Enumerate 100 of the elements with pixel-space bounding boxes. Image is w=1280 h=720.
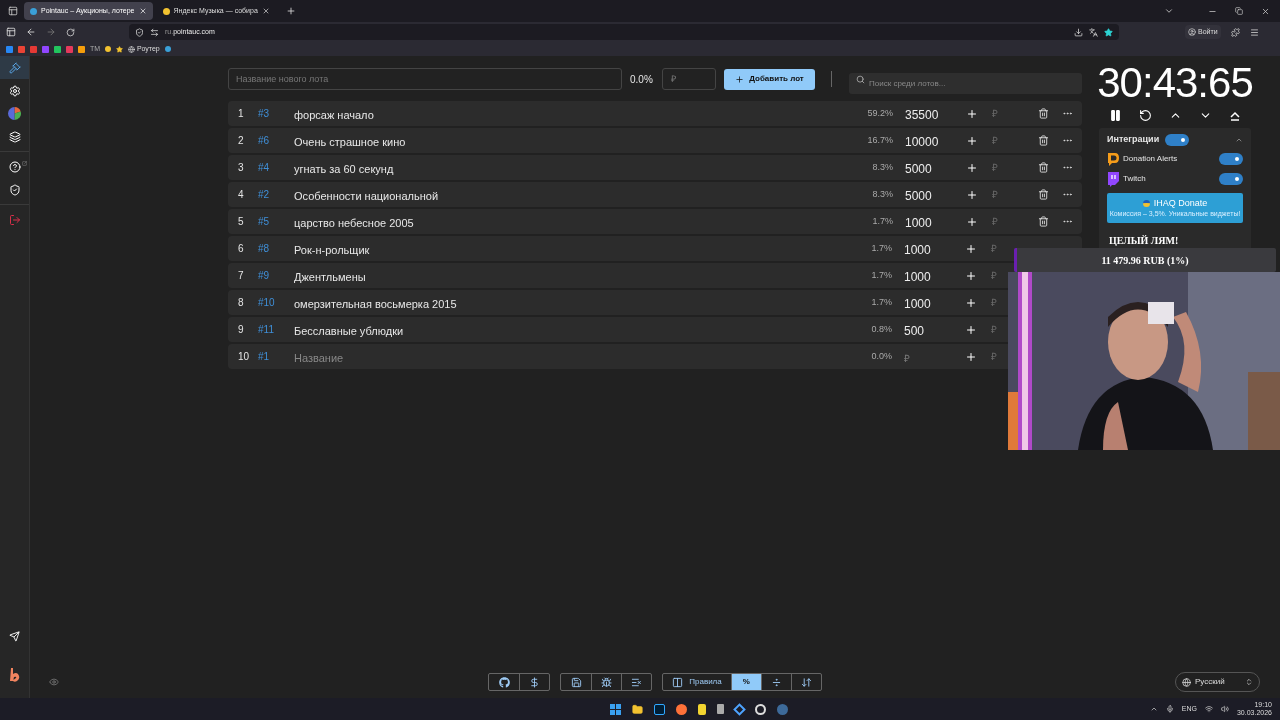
help-icon <box>8 160 21 173</box>
bookmark-icon[interactable] <box>164 46 171 52</box>
lot-number: 1 <box>238 107 245 121</box>
plus-icon[interactable] <box>966 134 978 147</box>
lot-amount[interactable]: 1000 <box>904 269 931 284</box>
start-icon[interactable] <box>609 703 621 715</box>
trash-icon[interactable] <box>1038 216 1049 227</box>
lot-amount[interactable]: 10000 <box>905 134 939 149</box>
add-amount-field[interactable]: ₽ <box>992 160 1006 175</box>
add-amount-field[interactable]: ₽ <box>992 187 1006 202</box>
logo-icon[interactable] <box>8 668 21 682</box>
toggle-switch[interactable] <box>1165 133 1190 146</box>
lot-name[interactable]: Особенности национальной <box>294 189 439 202</box>
lot-name[interactable]: Бесславные ублюдки <box>294 324 404 337</box>
rules-icon <box>672 676 684 688</box>
plus-icon[interactable] <box>965 296 977 309</box>
steam-icon[interactable] <box>776 703 788 715</box>
add-amount-field[interactable]: ₽ <box>991 349 1005 364</box>
plus-icon[interactable] <box>966 188 978 201</box>
add-amount-field[interactable]: ₽ <box>991 322 1005 337</box>
star-icon[interactable] <box>116 45 124 53</box>
add-amount-field[interactable]: ₽ <box>992 106 1006 121</box>
plus-icon[interactable] <box>965 350 977 363</box>
trash-icon[interactable] <box>1038 108 1049 119</box>
chevron-down-icon[interactable] <box>1164 6 1174 16</box>
reload-icon[interactable] <box>66 27 75 37</box>
app-icon[interactable] <box>697 703 706 715</box>
close-icon[interactable] <box>138 7 147 15</box>
plus-icon[interactable] <box>966 161 978 174</box>
lot-amount[interactable]: 1000 <box>904 296 931 311</box>
globe-icon <box>1182 677 1191 687</box>
lot-name-field[interactable]: Название <box>294 349 494 366</box>
percent-button[interactable]: % <box>730 674 761 690</box>
bookmark-icon[interactable] <box>105 46 112 52</box>
add-amount-field[interactable]: ₽ <box>992 133 1006 148</box>
sidebar-icon[interactable] <box>6 27 16 37</box>
close-icon[interactable] <box>261 7 270 15</box>
send-icon[interactable] <box>9 631 20 642</box>
lot-amount[interactable]: 1000 <box>904 242 931 257</box>
plus-icon[interactable] <box>965 323 977 336</box>
star-icon[interactable] <box>1104 27 1113 37</box>
pause-icon[interactable] <box>1109 109 1122 122</box>
add-amount-field[interactable]: ₽ <box>991 295 1005 310</box>
forward-icon[interactable] <box>46 27 56 37</box>
wifi-icon[interactable] <box>1204 705 1213 713</box>
lot-amount[interactable]: 5000 <box>905 188 932 203</box>
lot-name-field[interactable]: Название нового лота <box>228 68 622 90</box>
lot-name[interactable]: форсаж начало <box>294 108 374 121</box>
globe-icon[interactable] <box>128 45 136 53</box>
timer-text: 30:43:65 <box>1097 62 1253 104</box>
lot-name[interactable]: Джентльмены <box>294 270 366 283</box>
app-icon[interactable] <box>733 702 746 716</box>
eye-icon[interactable] <box>49 677 59 687</box>
lot-name[interactable]: угнать за 60 секунд <box>294 162 394 175</box>
app-icon[interactable] <box>653 703 665 715</box>
lot-name[interactable]: омерзительная восьмерка 2015 <box>294 297 457 310</box>
reset-icon[interactable] <box>1139 109 1152 122</box>
plus-icon[interactable] <box>966 215 978 228</box>
lot-amount[interactable]: 35500 <box>905 107 939 122</box>
donation-alerts-logo-icon <box>1107 151 1120 167</box>
menu-icon[interactable] <box>1249 27 1259 37</box>
trash-icon[interactable] <box>1038 135 1049 146</box>
trash-icon[interactable] <box>1038 189 1049 200</box>
plus-icon[interactable] <box>965 242 977 255</box>
toggle-switch[interactable] <box>1219 153 1243 165</box>
rules-button[interactable]: Правила <box>663 674 731 690</box>
browser-icon[interactable] <box>675 703 687 715</box>
search-field[interactable]: Поиск среди лотов... <box>849 72 1082 94</box>
add-amount-field[interactable]: ₽ <box>991 241 1005 256</box>
amount-field[interactable]: ₽ <box>662 68 716 90</box>
permissions-icon <box>150 27 159 37</box>
restore-icon[interactable] <box>1235 7 1243 15</box>
add-amount-field[interactable]: ₽ <box>991 268 1005 283</box>
lot-amount[interactable]: 5000 <box>905 161 932 176</box>
volume-icon[interactable] <box>1220 705 1229 713</box>
eject-icon[interactable] <box>1229 109 1241 122</box>
microphone-icon[interactable] <box>1165 705 1174 713</box>
download-icon[interactable] <box>1074 27 1083 37</box>
plus-icon[interactable] <box>965 269 977 282</box>
amount-field[interactable]: ₽ <box>904 350 944 366</box>
new-tab-icon[interactable] <box>285 6 296 16</box>
extensions-icon[interactable] <box>1230 27 1240 37</box>
add-amount-field[interactable]: ₽ <box>992 214 1006 229</box>
lot-name[interactable]: царство небесное 2005 <box>294 216 414 229</box>
folder-icon[interactable] <box>631 703 643 715</box>
lot-name[interactable]: Рок-н-рольщик <box>294 243 370 256</box>
translate-icon[interactable] <box>1089 27 1098 37</box>
lot-amount[interactable]: 500 <box>904 323 925 338</box>
tab-list-icon[interactable] <box>6 6 20 16</box>
close-icon[interactable] <box>1261 6 1270 16</box>
lot-amount[interactable]: 1000 <box>905 215 932 230</box>
back-icon[interactable] <box>26 27 36 37</box>
app-icon[interactable] <box>716 704 724 714</box>
plus-icon[interactable] <box>966 107 978 120</box>
lot-name[interactable]: Очень страшное кино <box>294 135 406 148</box>
chevron-up-icon[interactable] <box>1149 705 1158 713</box>
trash-icon[interactable] <box>1038 162 1049 173</box>
toggle-switch[interactable] <box>1219 173 1243 185</box>
shield-icon <box>8 183 21 196</box>
add-lot-button[interactable]: Добавить лот <box>724 68 815 90</box>
